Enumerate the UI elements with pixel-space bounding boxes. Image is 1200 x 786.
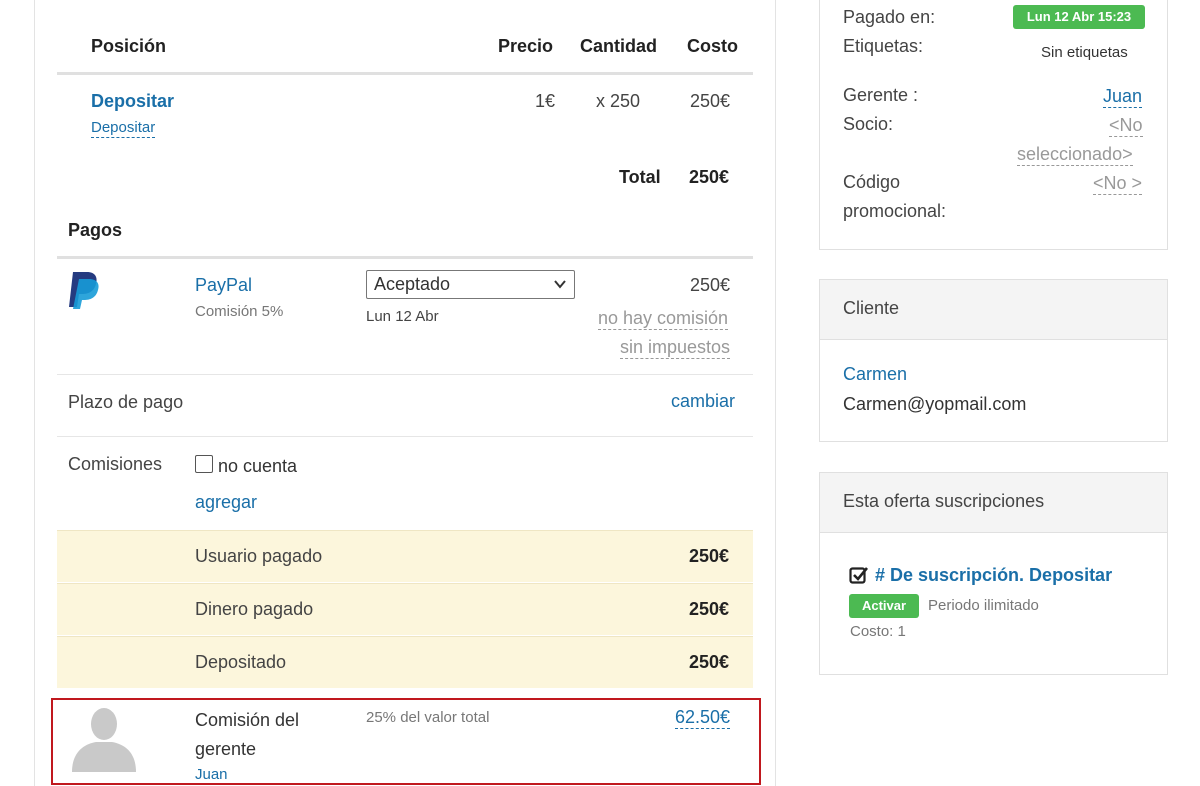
manager-label: Gerente : — [843, 85, 919, 105]
payments-title: Pagos — [68, 220, 123, 240]
row-divider — [57, 436, 753, 437]
chevron-down-icon — [553, 277, 567, 296]
summary-row-label: Dinero pagado — [195, 599, 314, 619]
payment-commission: Comisión 5% — [195, 303, 284, 320]
payment-amount: 250€ — [690, 275, 731, 295]
summary-row-value: 250€ — [689, 546, 730, 566]
no-tax-link[interactable]: sin impuestos — [620, 336, 731, 359]
no-commission-link[interactable]: no hay comisión — [598, 307, 729, 330]
item-price: 1€ — [535, 91, 556, 111]
subscription-period: Periodo ilimitado — [928, 597, 1039, 614]
promo-value-link[interactable]: <No > — [1093, 172, 1143, 195]
summary-row-value: 250€ — [689, 599, 730, 619]
subscription-cost: Costo: 1 — [850, 623, 906, 640]
avatar-placeholder-icon — [70, 704, 138, 772]
paid-at-label: Pagado en: — [843, 7, 936, 27]
header-quantity: Cantidad — [580, 36, 658, 56]
client-panel: Cliente — [819, 279, 1168, 442]
manager-commission-user-link[interactable]: Juan — [195, 766, 228, 783]
no-count-label: no cuenta — [218, 456, 298, 476]
client-name-link[interactable]: Carmen — [843, 364, 907, 385]
manager-commission-description: 25% del valor total — [366, 709, 490, 726]
subscription-title-link[interactable]: # De suscripción. Depositar — [875, 565, 1112, 586]
payments-divider — [57, 256, 753, 259]
change-payment-term-link[interactable]: cambiar — [671, 391, 735, 412]
partner-value-link-line1[interactable]: <No — [1109, 114, 1143, 137]
tags-label: Etiquetas: — [843, 36, 924, 56]
subscription-status-badge: Activar — [849, 594, 919, 618]
commissions-label: Comisiones — [68, 454, 163, 474]
payment-status-select[interactable]: Aceptado — [366, 270, 575, 299]
summary-row-label: Depositado — [195, 652, 287, 672]
header-position: Posición — [91, 36, 167, 56]
checkbox-checked-icon — [849, 565, 869, 585]
payment-method-link[interactable]: PayPal — [195, 275, 252, 296]
promo-label-line1: Código — [843, 172, 901, 192]
no-count-checkbox[interactable] — [195, 455, 213, 473]
item-quantity: x 250 — [596, 91, 641, 111]
total-label: Total — [619, 167, 661, 187]
client-panel-title: Cliente — [820, 280, 1167, 340]
item-name-link[interactable]: Depositar — [91, 91, 174, 112]
item-cost: 250€ — [690, 91, 731, 111]
partner-label: Socio: — [843, 114, 894, 134]
summary-row: Dinero pagado 250€ — [57, 583, 753, 635]
summary-row-value: 250€ — [689, 652, 730, 672]
promo-label-line2: promocional: — [843, 201, 947, 221]
row-divider — [57, 374, 753, 375]
manager-value-link[interactable]: Juan — [1103, 85, 1143, 108]
paid-at-badge: Lun 12 Abr 15:23 — [1013, 5, 1145, 29]
header-price: Precio — [498, 36, 554, 56]
tags-value: Sin etiquetas — [1041, 44, 1128, 61]
payment-term-label: Plazo de pago — [68, 392, 184, 412]
payment-status-value: Aceptado — [374, 274, 451, 294]
manager-commission-amount-link[interactable]: 62.50€ — [675, 706, 731, 729]
summary-row: Depositado 250€ — [57, 636, 753, 688]
client-email: Carmen@yopmail.com — [843, 394, 1027, 414]
total-value: 250€ — [689, 167, 730, 187]
paypal-icon — [67, 270, 101, 310]
summary-row-label: Usuario pagado — [195, 546, 323, 566]
subscriptions-panel-title: Esta oferta suscripciones — [820, 473, 1167, 533]
manager-commission-title: Comisión del gerente — [195, 710, 300, 759]
header-divider — [57, 72, 753, 75]
partner-value-link-line2[interactable]: seleccionado> — [1017, 143, 1133, 166]
summary-row: Usuario pagado 250€ — [57, 530, 753, 582]
item-subname-link[interactable]: Depositar — [91, 119, 156, 138]
add-commission-link[interactable]: agregar — [195, 492, 257, 513]
header-cost: Costo — [687, 36, 738, 56]
payment-date: Lun 12 Abr — [366, 308, 439, 325]
